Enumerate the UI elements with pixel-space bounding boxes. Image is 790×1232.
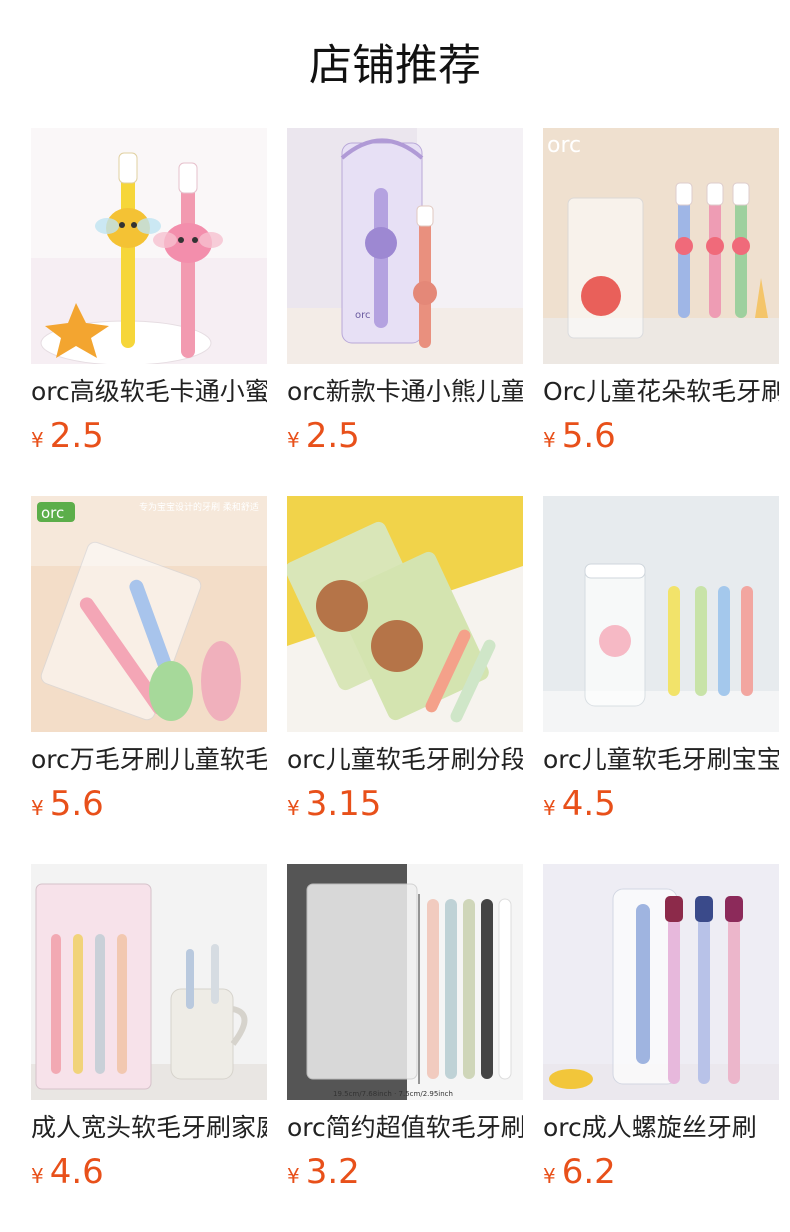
- product-price: ¥4.5: [543, 784, 616, 828]
- orc-logo-text: orc: [547, 133, 581, 158]
- price-value: 2.5: [49, 416, 104, 456]
- product-card[interactable]: orc高级软毛卡通小蜜蜂儿童牙刷 ¥2.5: [31, 128, 267, 468]
- product-name[interactable]: orc儿童软毛牙刷宝宝: [543, 744, 779, 776]
- currency-symbol: ¥: [31, 796, 44, 820]
- product-grid: orc高级软毛卡通小蜜蜂儿童牙刷 ¥2.5 orc orc新款卡通小熊儿童软毛牙…: [0, 0, 790, 1232]
- price-value: 3.15: [305, 784, 382, 824]
- price-value: 3.2: [305, 1152, 360, 1192]
- product-price: ¥3.15: [287, 784, 381, 828]
- currency-symbol: ¥: [31, 1164, 44, 1188]
- product-price: ¥2.5: [31, 416, 104, 460]
- product-name[interactable]: orc高级软毛卡通小蜜蜂儿童牙刷: [31, 376, 267, 408]
- price-value: 6.2: [561, 1152, 616, 1192]
- product-card[interactable]: orc 专为宝宝设计的牙刷 柔和舒适 orc万毛牙刷儿童软毛牙刷 ¥5.6: [31, 496, 267, 836]
- product-price: ¥2.5: [287, 416, 360, 460]
- orc-logo-text: orc: [41, 504, 64, 522]
- svg-text:orc: orc: [355, 310, 371, 321]
- product-name[interactable]: orc简约超值软毛牙刷: [287, 1112, 523, 1144]
- price-value: 5.6: [49, 784, 104, 824]
- product-price: ¥3.2: [287, 1152, 360, 1196]
- currency-symbol: ¥: [543, 796, 556, 820]
- product-card[interactable]: orc Orc儿童花朵软毛牙刷 ¥5.6: [543, 128, 779, 468]
- price-value: 4.5: [561, 784, 616, 824]
- product-price: ¥5.6: [543, 416, 616, 460]
- currency-symbol: ¥: [287, 1164, 300, 1188]
- product-name[interactable]: 成人宽头软毛牙刷家庭装: [31, 1112, 267, 1144]
- bear-toothbrush-image[interactable]: orc: [287, 128, 523, 364]
- product-name[interactable]: orc万毛牙刷儿童软毛牙刷: [31, 744, 267, 776]
- product-name[interactable]: orc新款卡通小熊儿童软毛牙刷: [287, 376, 523, 408]
- product-card[interactable]: orc儿童软毛牙刷宝宝 ¥4.5: [543, 496, 779, 836]
- product-card[interactable]: orc orc新款卡通小熊儿童软毛牙刷 ¥2.5: [287, 128, 523, 468]
- product-price: ¥4.6: [31, 1152, 104, 1196]
- currency-symbol: ¥: [287, 428, 300, 452]
- product-card[interactable]: orc成人螺旋丝牙刷 ¥6.2: [543, 864, 779, 1204]
- adult-toothbrush-set-image[interactable]: 19.5cm/7.68inch · 7.5cm/2.95inch: [287, 864, 523, 1100]
- price-value: 5.6: [561, 416, 616, 456]
- toothbrush-tube-image[interactable]: [543, 496, 779, 732]
- product-card[interactable]: 19.5cm/7.68inch · 7.5cm/2.95inch orc简约超值…: [287, 864, 523, 1204]
- product-name[interactable]: orc成人螺旋丝牙刷: [543, 1112, 779, 1144]
- currency-symbol: ¥: [287, 796, 300, 820]
- product-name[interactable]: Orc儿童花朵软毛牙刷: [543, 376, 779, 408]
- currency-symbol: ¥: [543, 1164, 556, 1188]
- currency-symbol: ¥: [31, 428, 44, 452]
- promo-text: 专为宝宝设计的牙刷 柔和舒适: [139, 501, 259, 513]
- product-price: ¥6.2: [543, 1152, 616, 1196]
- currency-symbol: ¥: [543, 428, 556, 452]
- squirrel-card-toothbrush-image[interactable]: [287, 496, 523, 732]
- kids-toothbrush-pack-image[interactable]: orc 专为宝宝设计的牙刷 柔和舒适: [31, 496, 267, 732]
- price-value: 2.5: [305, 416, 360, 456]
- flower-toothbrush-image[interactable]: orc: [543, 128, 779, 364]
- adult-toothbrush-cup-image[interactable]: [31, 864, 267, 1100]
- price-value: 4.6: [49, 1152, 104, 1192]
- product-card[interactable]: 成人宽头软毛牙刷家庭装 ¥4.6: [31, 864, 267, 1204]
- bee-toothbrush-image[interactable]: [31, 128, 267, 364]
- size-label: 19.5cm/7.68inch · 7.5cm/2.95inch: [333, 1090, 453, 1098]
- spiral-toothbrush-image[interactable]: [543, 864, 779, 1100]
- product-name[interactable]: orc儿童软毛牙刷分段: [287, 744, 523, 776]
- product-card[interactable]: orc儿童软毛牙刷分段 ¥3.15: [287, 496, 523, 836]
- product-price: ¥5.6: [31, 784, 104, 828]
